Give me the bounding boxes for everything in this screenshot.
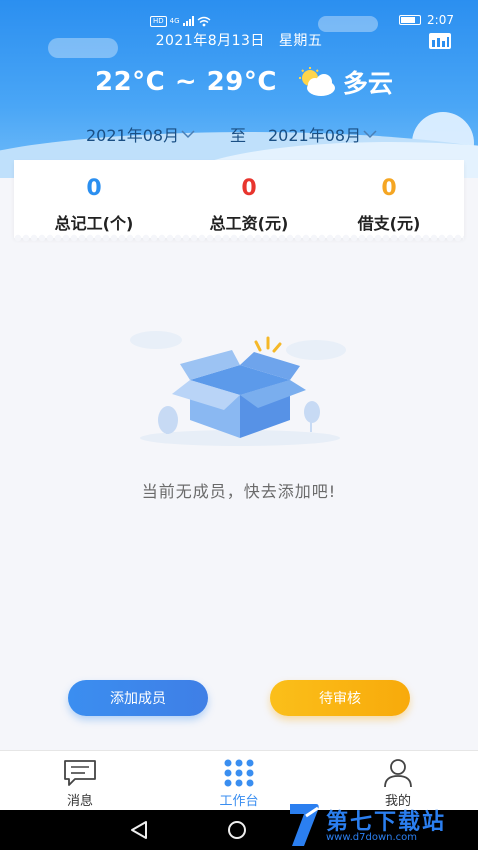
- user-icon: [384, 759, 412, 788]
- tab-messages[interactable]: 消息: [20, 751, 140, 811]
- start-month-picker[interactable]: 2021年08月: [86, 122, 195, 146]
- stat-label: 总记工(个): [54, 214, 134, 233]
- end-month-picker[interactable]: 2021年08月: [268, 122, 377, 146]
- status-indicators: HD 4G: [150, 14, 211, 28]
- summary-card: 0 总记工(个) 0 总工资(元) 0 借支(元): [14, 160, 464, 242]
- date-range: 2021年08月 至 2021年08月: [0, 122, 478, 146]
- range-separator: 至: [230, 126, 247, 145]
- end-month-text: 2021年08月: [268, 126, 362, 145]
- weather-text: 多云: [342, 69, 393, 98]
- stat-total-wage: 0 总工资(元): [174, 160, 324, 234]
- current-date: 2021年8月13日 星期五: [0, 30, 478, 50]
- grid-dots-icon: [224, 759, 254, 787]
- battery-icon: [399, 15, 422, 25]
- empty-state-message: 当前无成员，快去添加吧!: [141, 482, 337, 501]
- watermark-logo-icon: [290, 804, 319, 846]
- empty-box-illustration: [130, 331, 346, 446]
- status-time: 2:07: [427, 13, 454, 27]
- pending-review-button[interactable]: 待审核: [270, 680, 410, 716]
- signal-icon: [182, 16, 194, 26]
- add-member-button[interactable]: 添加成员: [68, 680, 208, 716]
- header: HD 4G 2:07 2021年8月13日 星期五 22°C ~ 29°C 多云…: [0, 0, 478, 178]
- stat-total-work: 0 总记工(个): [19, 160, 169, 234]
- home-icon[interactable]: [228, 821, 246, 839]
- back-icon[interactable]: [130, 820, 148, 840]
- start-month-text: 2021年08月: [86, 126, 180, 145]
- tab-label: 消息: [66, 794, 93, 809]
- tab-label: 工作台: [219, 794, 259, 809]
- stat-value: 0: [381, 176, 397, 201]
- weekday-text: 星期五: [278, 33, 323, 49]
- partly-cloudy-icon: [298, 67, 335, 96]
- chevron-down-icon: [181, 130, 195, 139]
- network-type: 4G: [169, 17, 180, 25]
- weather-row: 22°C ~ 29°C 多云: [95, 64, 393, 100]
- status-right: 2:07: [399, 13, 454, 27]
- stat-label: 借支(元): [357, 214, 421, 233]
- tab-workbench[interactable]: 工作台: [179, 751, 299, 811]
- stat-value: 0: [86, 176, 102, 201]
- temperature-range: 22°C ~ 29°C: [95, 67, 277, 97]
- chevron-down-icon: [363, 130, 377, 139]
- stat-value: 0: [241, 176, 257, 201]
- message-icon: [64, 760, 96, 786]
- stat-advance: 0 借支(元): [314, 160, 464, 234]
- hd-badge: HD: [150, 15, 167, 27]
- watermark-url: www.d7down.com: [326, 832, 418, 843]
- calendar-chart-icon[interactable]: [428, 32, 452, 50]
- watermark: 第七下载站 www.d7down.com: [286, 800, 478, 850]
- stat-label: 总工资(元): [209, 214, 289, 233]
- date-text: 2021年8月13日: [155, 33, 265, 49]
- wifi-icon: [197, 16, 210, 26]
